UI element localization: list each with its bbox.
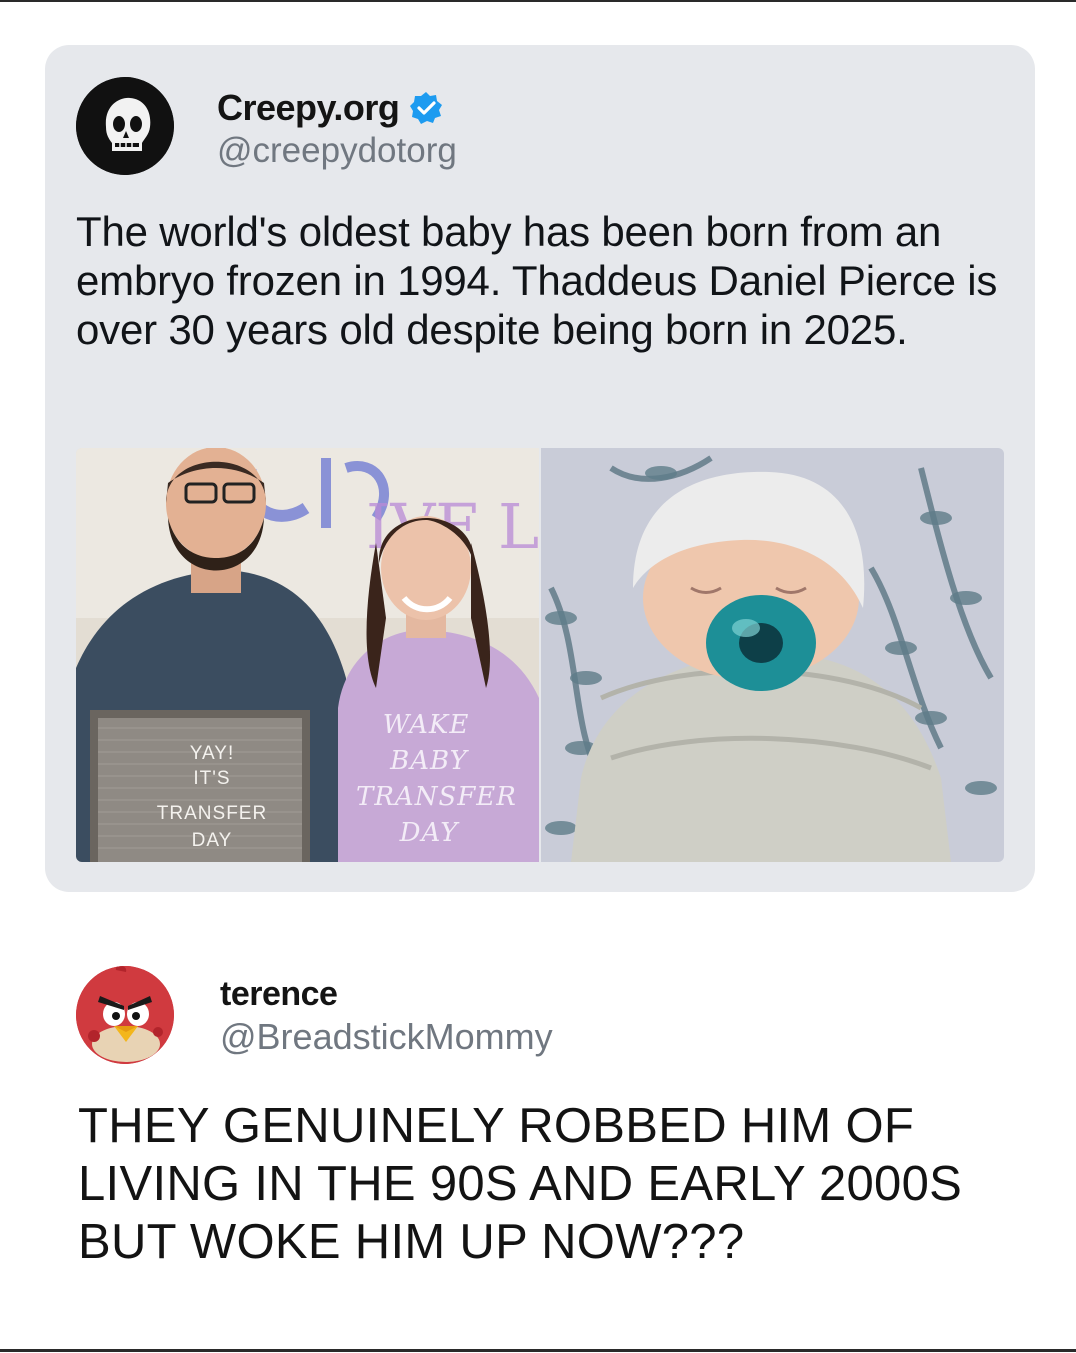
quoted-author-row: Creepy.org [217,87,443,129]
sign-line: TRANSFER [156,803,268,824]
newborn-photo[interactable] [541,448,1004,862]
sign-line: DAY [191,830,233,851]
sign-line: YAY! [189,743,235,764]
quoted-display-name[interactable]: Creepy.org [217,87,400,129]
verified-badge-icon [410,92,443,124]
angry-red-bird-icon[interactable] [76,966,174,1064]
bottom-border [0,1349,1076,1352]
quoted-handle[interactable]: @creepydotorg [217,131,457,171]
reply-author-row: terence [220,975,338,1014]
reply-post-text: THEY GENUINELY ROBBED HIM OF LIVING IN T… [78,1099,963,1269]
quoted-post-card[interactable]: Creepy.org @creepydotorg The world's old… [45,45,1035,892]
shirt-line: WAKE [382,710,470,740]
top-border [0,0,1076,2]
shirt-line: BABY [390,746,468,776]
reply-display-name[interactable]: terence [220,975,338,1014]
quoted-media-grid[interactable]: IVF L [76,448,1004,862]
quoted-post-text: The world's oldest baby has been born fr… [76,208,998,353]
shirt-line: TRANSFER [356,782,517,812]
skull-icon[interactable] [76,77,174,175]
couple-photo[interactable]: IVF L [76,448,539,862]
reply-handle[interactable]: @BreadstickMommy [220,1016,553,1058]
sign-line: IT'S [193,768,231,789]
shirt-line: DAY [399,818,459,848]
